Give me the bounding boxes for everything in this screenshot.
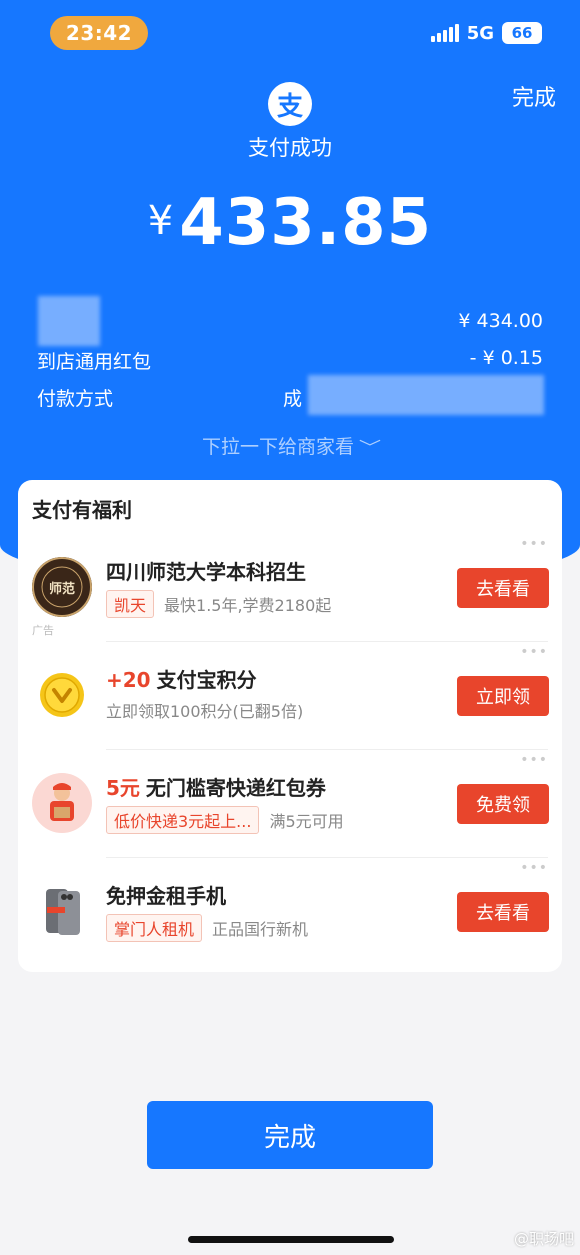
offer-item[interactable]: ••• 免押金租手机 掌门人租机 正品国行新机 去看看 <box>18 858 562 966</box>
payment-method-value: 成 <box>283 388 303 410</box>
done-link-top[interactable]: 完成 <box>512 80 556 112</box>
offer-subtitle: 低价快递3元起上... 满5元可用 <box>106 806 344 834</box>
discount-label: 到店通用红包 <box>37 351 152 373</box>
university-logo-icon: 师范 <box>32 557 92 617</box>
offer-subtitle: 凯天 最快1.5年,学费2180起 <box>106 590 331 618</box>
offer-subtitle: 掌门人租机 正品国行新机 <box>106 914 308 942</box>
more-dots-icon[interactable]: ••• <box>520 752 548 768</box>
courier-icon <box>32 773 92 833</box>
offer-item[interactable]: ••• 5元 无门槛寄快递红包券 低价快递3元起上... 满5元可用 免费领 <box>18 750 562 858</box>
more-dots-icon[interactable]: ••• <box>520 860 548 876</box>
offer-item[interactable]: ••• 师范 四川师范大学本科招生 凯天 最快1.5年,学费2180起 去看看 … <box>18 534 562 642</box>
offer-desc: 最快1.5年,学费2180起 <box>164 596 332 615</box>
more-dots-icon[interactable]: ••• <box>520 536 548 552</box>
payment-method-label: 付款方式 <box>37 388 114 410</box>
go-look-button[interactable]: 去看看 <box>457 892 549 932</box>
discount-row: 到店通用红包 - ¥ 0.15 <box>37 347 543 374</box>
battery-icon: 66 <box>502 22 542 44</box>
offer-subtitle: 立即领取100积分(已翻5倍) <box>106 698 303 722</box>
svg-text:师范: 师范 <box>49 581 75 597</box>
offer-title-text: 支付宝积分 <box>156 668 257 692</box>
go-look-button[interactable]: 去看看 <box>457 568 549 608</box>
offer-item[interactable]: ••• +20 支付宝积分 立即领取100积分(已翻5倍) 立即领 <box>18 642 562 750</box>
payment-success-title: 支付成功 <box>248 136 332 160</box>
offer-title: 5元 无门槛寄快递红包券 <box>106 772 326 801</box>
signal-icon <box>430 24 459 42</box>
status-indicators: 5G 66 <box>430 22 542 44</box>
done-button[interactable]: 完成 <box>147 1101 433 1169</box>
payment-amount: ¥433.85 <box>0 186 580 260</box>
points-coin-icon <box>32 665 92 725</box>
pull-down-hint[interactable]: 下拉一下给商家看 ﹀ <box>0 432 580 459</box>
offer-tag: 凯天 <box>106 590 155 618</box>
offer-desc: 满5元可用 <box>269 812 344 831</box>
chevron-down-icon: ﹀ <box>358 438 382 457</box>
discount-value: - ¥ 0.15 <box>469 347 543 369</box>
status-time: 23:42 <box>50 16 148 50</box>
offer-title: +20 支付宝积分 <box>106 664 257 693</box>
offer-title: 免押金租手机 <box>106 884 226 908</box>
home-indicator[interactable] <box>188 1236 394 1243</box>
offer-tag: 掌门人租机 <box>106 914 203 942</box>
offer-highlight: +20 <box>106 668 151 692</box>
offer-title: 四川师范大学本科招生 <box>106 560 306 584</box>
more-dots-icon[interactable]: ••• <box>520 644 548 660</box>
offer-tag: 低价快递3元起上... <box>106 806 260 834</box>
benefits-card: 支付有福利 ••• 师范 四川师范大学本科招生 凯天 最快1.5年,学费2180… <box>18 480 562 972</box>
payment-method-row: 付款方式 成 <box>37 384 543 411</box>
pull-hint-text: 下拉一下给商家看 <box>201 436 354 458</box>
benefits-title: 支付有福利 <box>32 498 132 522</box>
claim-free-button[interactable]: 免费领 <box>457 784 549 824</box>
original-amount: ¥ 434.00 <box>458 310 543 332</box>
currency-symbol: ¥ <box>147 198 174 244</box>
watermark: @职场吧 <box>513 1230 574 1248</box>
offer-highlight: 5元 <box>106 776 140 800</box>
offer-desc: 正品国行新机 <box>212 920 309 939</box>
amount-value: 433.85 <box>179 186 433 260</box>
network-type: 5G <box>466 22 494 44</box>
offer-desc: 立即领取100积分(已翻5倍) <box>106 702 304 721</box>
alipay-logo-icon: 支 <box>268 82 312 126</box>
phone-rental-icon <box>32 881 92 941</box>
ad-label: 广告 <box>32 624 54 637</box>
offer-title-text: 无门槛寄快递红包券 <box>145 776 326 800</box>
original-amount-row: ¥ 434.00 <box>37 310 543 332</box>
claim-now-button[interactable]: 立即领 <box>457 676 549 716</box>
